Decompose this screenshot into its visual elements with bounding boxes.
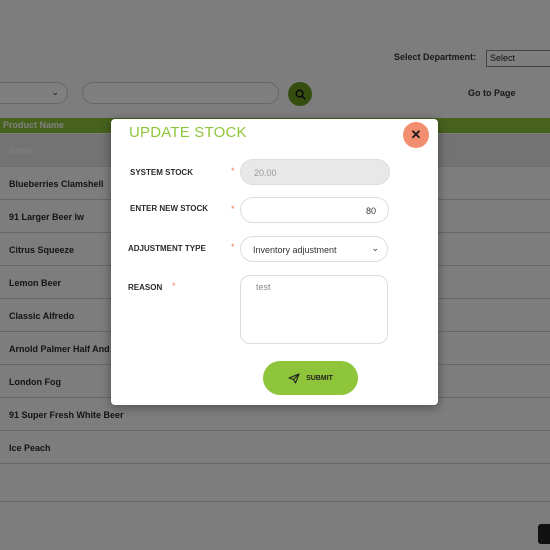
required-marker: * <box>172 281 176 291</box>
submit-button[interactable]: SUBMIT <box>263 361 358 395</box>
adjustment-type-label: ADJUSTMENT TYPE <box>128 244 206 253</box>
update-stock-modal: UPDATE STOCK ✕ SYSTEM STOCK * 20.00 ENTE… <box>111 119 438 405</box>
reason-label: REASON <box>128 283 163 292</box>
new-stock-input[interactable]: 80 <box>240 197 389 223</box>
new-stock-value: 80 <box>365 206 376 216</box>
close-icon: ✕ <box>410 127 422 142</box>
required-marker: * <box>231 204 235 214</box>
submit-label: SUBMIT <box>306 374 333 382</box>
send-icon <box>288 372 300 384</box>
close-button[interactable]: ✕ <box>403 122 429 148</box>
required-marker: * <box>231 242 235 252</box>
system-stock-value: 20.00 <box>254 168 277 178</box>
adjustment-type-select[interactable]: Inventory adjustment ⌄ <box>240 236 388 262</box>
new-stock-label: ENTER NEW STOCK <box>130 204 209 213</box>
required-marker: * <box>231 166 235 176</box>
reason-value: test <box>256 282 271 292</box>
chevron-down-icon: ⌄ <box>371 243 379 253</box>
reason-textarea[interactable]: test <box>240 275 388 344</box>
modal-title: UPDATE STOCK <box>129 124 247 141</box>
adjustment-type-value: Inventory adjustment <box>253 245 337 255</box>
system-stock-field: 20.00 <box>240 159 390 185</box>
system-stock-label: SYSTEM STOCK <box>130 168 193 177</box>
